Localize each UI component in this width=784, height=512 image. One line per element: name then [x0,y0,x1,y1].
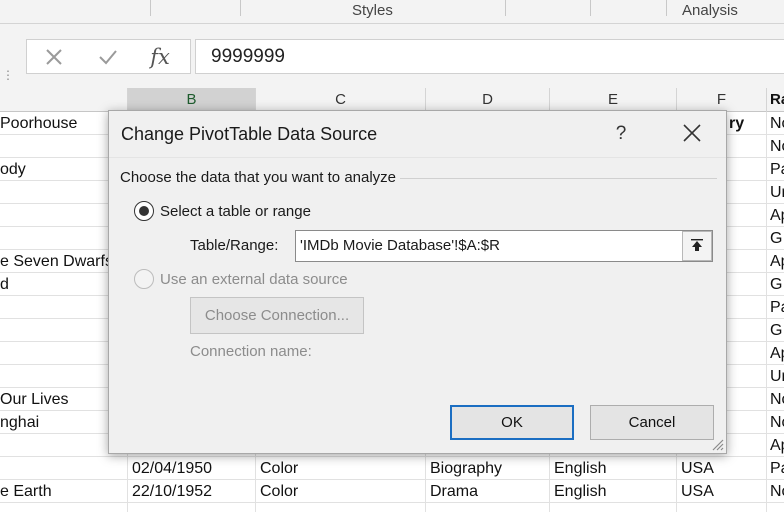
cell-g[interactable]: Pa [768,296,784,319]
cell-g[interactable]: Ap [768,434,784,457]
formula-buttons: fx [26,39,191,74]
cell-g[interactable]: G [768,227,784,250]
cell-e[interactable]: English [552,480,675,503]
excel-window: Styles Analysis ⋮ fx 9999999 B C D E F R… [0,0,784,512]
change-data-source-dialog: Change PivotTable Data Source ? Choose t… [108,110,727,454]
cancel-button[interactable]: Cancel [590,405,714,440]
radio-selected-dot [139,206,149,216]
x-icon [46,49,62,65]
cell-g[interactable]: No [768,480,784,503]
cell-g[interactable]: Ap [768,250,784,273]
formula-bar: ⋮ fx 9999999 [0,24,784,88]
radio-external-source-label[interactable]: Use an external data source [160,271,348,288]
radio-external-source[interactable] [134,269,154,289]
radio-table-range[interactable] [134,201,154,221]
ok-button[interactable]: OK [450,405,574,440]
column-header-g[interactable]: Ra [767,88,784,112]
ribbon-group-labels: Styles Analysis [0,0,784,24]
collapse-arrow-icon [691,239,703,251]
enter-button[interactable] [93,44,123,70]
cell-g[interactable]: G [768,319,784,342]
ribbon-group-analysis: Analysis [682,2,738,19]
cell-c[interactable]: Color [258,480,424,503]
cell-g[interactable]: G [768,273,784,296]
close-icon [683,124,701,142]
cancel-entry-button[interactable] [39,44,69,70]
table-row[interactable]: 02/04/1950ColorBiographyEnglishUSAPa [0,457,784,480]
cell-e[interactable]: English [552,457,675,480]
table-row[interactable]: e Earth22/10/1952ColorDramaEnglishUSANo [0,480,784,503]
cell-g[interactable]: Ap [768,204,784,227]
ribbon-separator [590,0,591,16]
choose-connection-button[interactable]: Choose Connection... [190,297,364,334]
resize-grip-icon[interactable] [712,439,724,451]
column-header-d[interactable]: D [426,88,550,112]
cell-g[interactable]: Pa [768,158,784,181]
cell-d[interactable]: Biography [428,457,548,480]
cell-g[interactable]: No [768,112,784,135]
column-header-c[interactable]: C [256,88,426,112]
close-button[interactable] [677,119,707,149]
column-headers: B C D E F Ra [0,88,784,112]
collapse-dialog-button[interactable] [682,231,712,261]
cell-a[interactable] [0,457,127,480]
ribbon-separator [240,0,241,16]
formula-input[interactable]: 9999999 [195,39,784,74]
help-button[interactable]: ? [609,119,633,149]
title-divider [109,157,726,158]
cell-g[interactable]: Ur [768,181,784,204]
cell-b[interactable]: 22/10/1952 [130,480,254,503]
table-range-label: Table/Range: [190,237,279,254]
column-header-e[interactable]: E [550,88,677,112]
insert-function-button[interactable]: fx [145,44,175,70]
cell-g[interactable]: Pa [768,457,784,480]
table-range-input[interactable]: 'IMDb Movie Database'!$A:$R [295,230,713,262]
cell-d[interactable]: Drama [428,480,548,503]
column-header-a[interactable] [0,88,128,112]
cell-a[interactable]: e Earth [0,480,127,503]
cell-f[interactable]: USA [679,457,765,480]
cell-g[interactable]: Ap [768,342,784,365]
cell-c[interactable]: Color [258,457,424,480]
ribbon-separator [505,0,506,16]
check-icon [99,50,117,65]
cell-g[interactable]: Ur [768,365,784,388]
column-header-b[interactable]: B [128,88,256,112]
partial-header-text: ry [729,115,745,132]
ribbon-separator [666,0,667,16]
radio-table-range-label[interactable]: Select a table or range [160,203,311,220]
group-label: Choose the data that you want to analyze [120,169,401,186]
ribbon-separator [150,0,151,16]
cell-b[interactable]: 02/04/1950 [130,457,254,480]
ribbon-group-styles: Styles [352,2,393,19]
cell-f[interactable]: USA [679,480,765,503]
cell-g[interactable]: No [768,388,784,411]
dialog-title: Change PivotTable Data Source [121,124,378,144]
column-header-f[interactable]: F [677,88,767,112]
formula-bar-grip-icon[interactable]: ⋮ [2,69,14,86]
cell-g[interactable]: No [768,135,784,158]
cell-g[interactable]: No [768,411,784,434]
connection-name-label: Connection name: [190,343,312,360]
